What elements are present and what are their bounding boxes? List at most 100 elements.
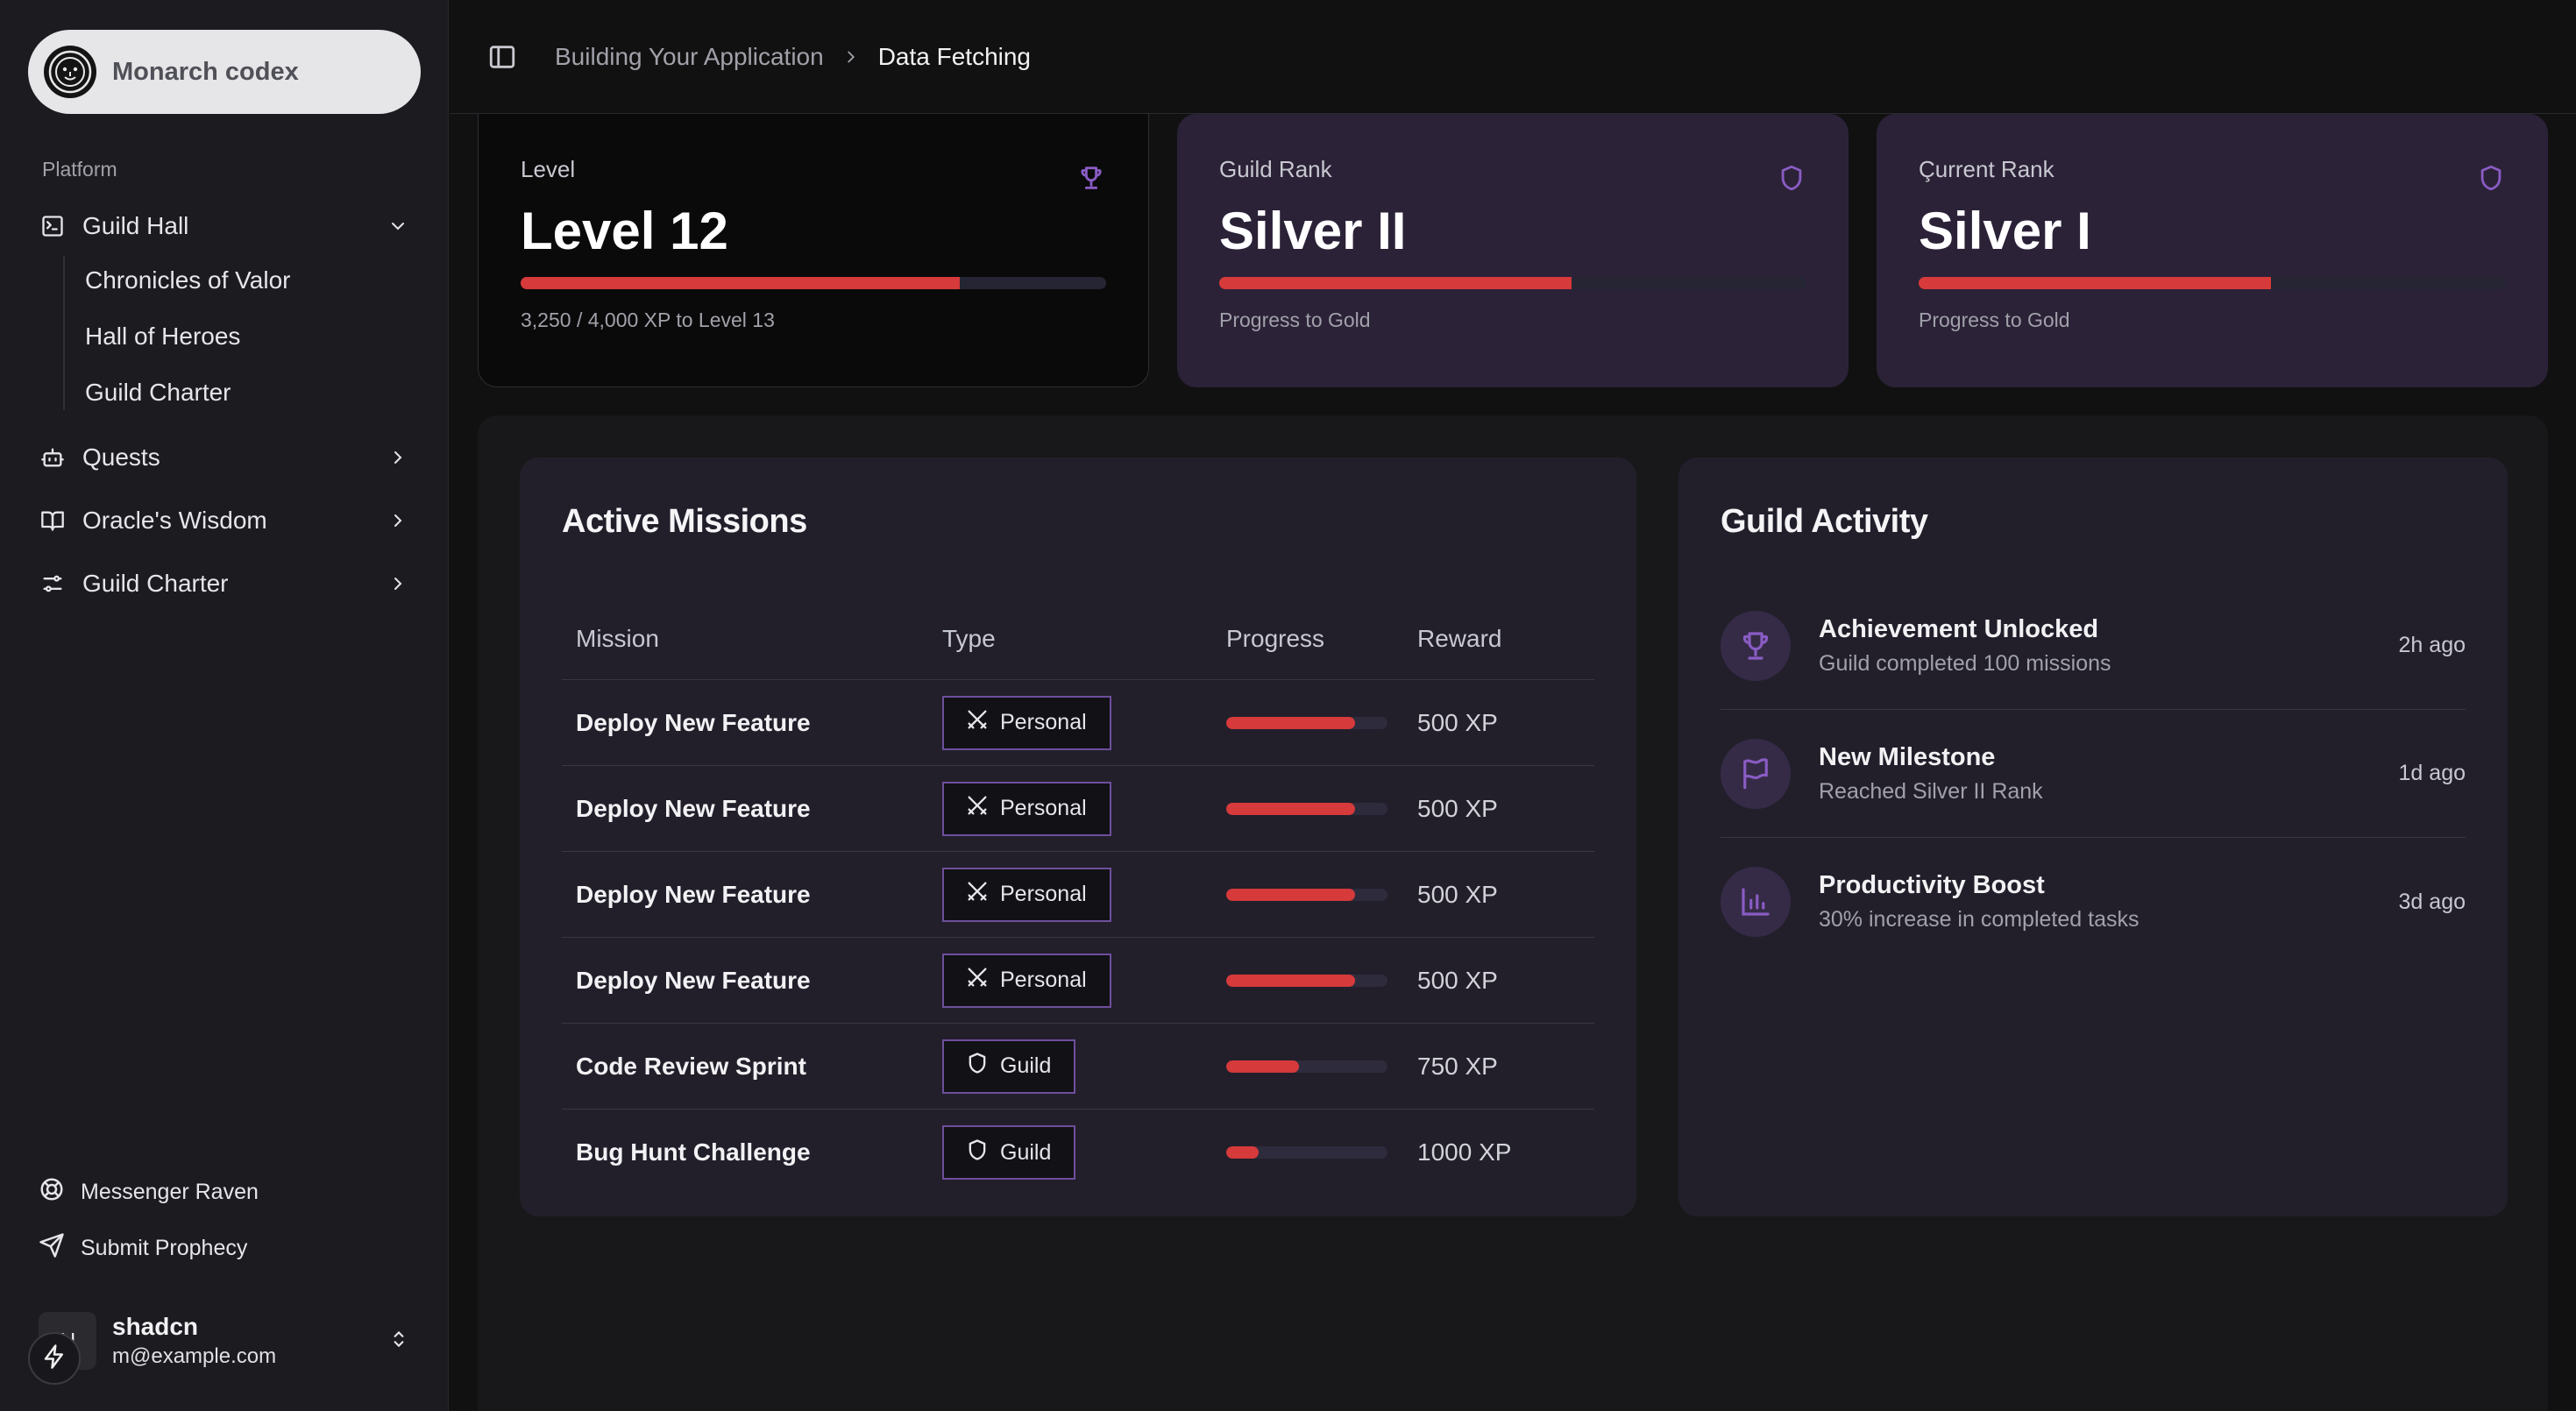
stat-value: Level 12 — [521, 202, 728, 260]
footer-link-label: Messenger Raven — [81, 1180, 259, 1204]
shield-icon — [1777, 163, 1806, 193]
type-label: Guild — [1000, 1053, 1052, 1078]
activity-time: 2h ago — [2398, 633, 2466, 657]
type-label: Guild — [1000, 1139, 1052, 1165]
stat-card-current-rank: Çurrent Rank Silver I Progress to Gold — [1877, 114, 2548, 387]
mission-reward: 500 XP — [1417, 794, 1498, 822]
stat-value: Silver I — [1919, 202, 2091, 260]
activity-description: 30% increase in completed tasks — [1819, 907, 2140, 932]
table-row[interactable]: Code Review Sprint Guild 750 XP — [562, 1024, 1594, 1110]
activity-description: Guild completed 100 missions — [1819, 650, 2111, 676]
mission-name: Code Review Sprint — [576, 1052, 806, 1080]
active-missions-card: Active Missions Mission Type Progress Re… — [520, 457, 1636, 1216]
nav-item-label: Guild Charter — [82, 570, 229, 597]
type-badge: Personal — [942, 781, 1111, 836]
footer-link-label: Submit Prophecy — [81, 1236, 248, 1260]
activity-item[interactable]: Productivity Boost 30% increase in compl… — [1721, 838, 2466, 966]
footer-link-submit-prophecy[interactable]: Submit Prophecy — [39, 1232, 247, 1265]
rank-progress-bar — [1919, 277, 2506, 289]
nav-item-oracles-wisdom[interactable]: Oracle's Wisdom — [39, 494, 410, 547]
mission-reward: 1000 XP — [1417, 1138, 1512, 1166]
chevron-right-icon — [386, 508, 410, 533]
flag-icon — [1721, 738, 1791, 809]
sub-item-hall-of-heroes[interactable]: Hall of Heroes — [85, 323, 240, 351]
mission-progress-bar — [1226, 716, 1387, 729]
swords-icon — [965, 707, 990, 738]
nav-item-quests[interactable]: Quests — [39, 431, 410, 484]
mission-progress-bar — [1226, 1146, 1387, 1159]
rank-progress-bar — [1219, 277, 1806, 289]
mission-progress-bar — [1226, 802, 1387, 815]
mission-progress-bar — [1226, 974, 1387, 987]
table-row[interactable]: Deploy New Feature Personal 500 XP — [562, 766, 1594, 852]
trophy-icon — [1721, 610, 1791, 681]
activity-item[interactable]: Achievement Unlocked Guild completed 100… — [1721, 582, 2466, 710]
swords-icon — [965, 879, 990, 910]
mission-name: Deploy New Feature — [576, 794, 811, 822]
section-label-platform: Platform — [42, 158, 117, 181]
sub-item-guild-charter[interactable]: Guild Charter — [85, 379, 231, 407]
main-panel: Active Missions Mission Type Progress Re… — [478, 415, 2548, 1411]
activity-title: Achievement Unlocked — [1819, 614, 2099, 643]
stat-value: Silver II — [1219, 202, 1407, 260]
active-missions-title: Active Missions — [562, 503, 807, 540]
type-label: Personal — [1000, 882, 1087, 906]
footer-link-messenger-raven[interactable]: Messenger Raven — [39, 1176, 259, 1209]
nav-item-guild-hall[interactable]: Guild Hall — [39, 200, 410, 252]
stat-label: Guild Rank — [1219, 156, 1332, 182]
mission-name: Bug Hunt Challenge — [576, 1138, 811, 1166]
column-header-progress: Progress — [1226, 624, 1325, 652]
quick-action-button[interactable] — [28, 1332, 81, 1385]
column-header-mission: Mission — [576, 624, 659, 652]
life-buoy-icon — [39, 1176, 65, 1209]
brand-switcher[interactable]: Monarch codex — [28, 30, 421, 114]
activity-time: 3d ago — [2398, 889, 2466, 914]
stat-subtext: Progress to Gold — [1919, 308, 2070, 331]
stat-label: Level — [521, 156, 576, 182]
activity-item[interactable]: New Milestone Reached Silver II Rank 1d … — [1721, 710, 2466, 838]
missions-table: Mission Type Progress Reward Deploy New … — [562, 598, 1594, 1195]
sub-item-chronicles-of-valor[interactable]: Chronicles of Valor — [85, 266, 290, 294]
terminal-icon — [39, 212, 67, 240]
stat-card-level: Level Level 12 3,250 / 4,000 XP to Level… — [478, 114, 1149, 387]
breadcrumb-parent[interactable]: Building Your Application — [555, 43, 824, 71]
type-badge: Personal — [942, 953, 1111, 1008]
lion-logo-icon — [44, 46, 96, 98]
type-badge: Guild — [942, 1125, 1076, 1180]
activity-description: Reached Silver II Rank — [1819, 778, 2043, 804]
table-row[interactable]: Deploy New Feature Personal 500 XP — [562, 680, 1594, 766]
send-icon — [39, 1232, 65, 1265]
book-open-icon — [39, 507, 67, 535]
mission-name: Deploy New Feature — [576, 966, 811, 994]
user-menu[interactable]: N shadcn m@example.com — [39, 1311, 410, 1371]
swords-icon — [965, 793, 990, 824]
chevron-right-icon — [386, 445, 410, 470]
stat-subtext: 3,250 / 4,000 XP to Level 13 — [521, 308, 775, 331]
nav-item-guild-charter[interactable]: Guild Charter — [39, 557, 410, 610]
shield-icon — [965, 1138, 990, 1168]
settings-sliders-icon — [39, 570, 67, 598]
type-badge: Guild — [942, 1039, 1076, 1094]
shield-icon — [965, 1051, 990, 1081]
table-row[interactable]: Deploy New Feature Personal 500 XP — [562, 938, 1594, 1024]
sidebar-toggle-button[interactable] — [485, 39, 520, 74]
type-label: Personal — [1000, 968, 1087, 992]
mission-reward: 750 XP — [1417, 1052, 1498, 1080]
mission-reward: 500 XP — [1417, 966, 1498, 994]
level-progress-bar — [521, 277, 1106, 289]
bot-icon — [39, 443, 67, 472]
chevron-right-icon — [386, 571, 410, 596]
brand-name: Monarch codex — [112, 57, 299, 86]
mission-name: Deploy New Feature — [576, 708, 811, 736]
table-row[interactable]: Bug Hunt Challenge Guild 1000 XP — [562, 1110, 1594, 1195]
chevrons-up-down-icon — [387, 1328, 410, 1355]
table-row[interactable]: Deploy New Feature Personal 500 XP — [562, 852, 1594, 938]
guild-activity-card: Guild Activity Achievement Unlocked Guil… — [1678, 457, 2508, 1216]
trophy-icon — [1076, 163, 1106, 193]
activity-title: New Milestone — [1819, 742, 1996, 771]
type-label: Personal — [1000, 710, 1087, 734]
stat-card-guild-rank: Guild Rank Silver II Progress to Gold — [1177, 114, 1849, 387]
nav-item-label: Guild Hall — [82, 212, 189, 239]
top-bar: Building Your Application Data Fetching — [450, 0, 2576, 114]
type-badge: Personal — [942, 867, 1111, 922]
